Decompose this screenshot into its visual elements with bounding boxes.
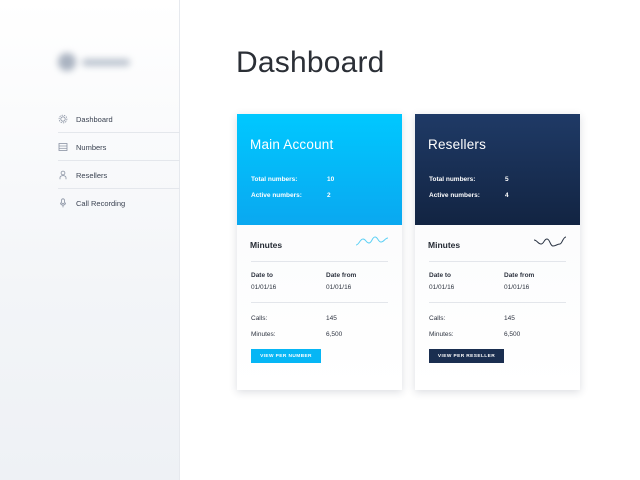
stat-label: Total numbers: (429, 176, 476, 183)
card-title: Resellers (428, 137, 487, 152)
minutes-title: Minutes (250, 240, 283, 250)
sidebar-item-label: Call Recording (76, 198, 126, 208)
divider (251, 302, 388, 303)
stat-label: Active numbers: (429, 192, 480, 199)
date-to-value: 01/01/16 (251, 284, 277, 291)
stat-label: Active numbers: (251, 192, 302, 199)
calls-label: Calls: (429, 315, 446, 322)
divider (429, 302, 566, 303)
date-to-value: 01/01/16 (429, 284, 455, 291)
divider (251, 261, 388, 262)
minutes-title: Minutes (428, 240, 461, 250)
sparkline-icon (356, 236, 388, 246)
stat-value: 4 (505, 192, 509, 199)
date-from-label: Date from (504, 272, 535, 279)
date-from-value: 01/01/16 (504, 284, 530, 291)
sidebar-item-dashboard[interactable]: Dashboard (58, 106, 180, 133)
calls-label: Calls: (251, 315, 268, 322)
minutes-value: 6,500 (504, 331, 521, 338)
calls-value: 145 (504, 315, 515, 322)
view-per-reseller-button[interactable]: View per reseller (429, 349, 504, 363)
minutes-label: Minutes: (251, 331, 276, 338)
grid-icon (58, 143, 68, 151)
microphone-icon (60, 198, 66, 208)
view-per-number-button[interactable]: View per number (251, 349, 321, 363)
main-account-card: Main Account Total numbers: 10 Active nu… (237, 114, 402, 390)
logo-wordmark (82, 58, 130, 66)
sidebar: Dashboard Numbers Resellers Call Recordi… (0, 0, 180, 480)
stat-label: Total numbers: (251, 176, 298, 183)
resellers-card: Resellers Total numbers: 5 Active number… (415, 114, 580, 390)
brand-logo[interactable] (58, 52, 134, 72)
stat-value: 10 (327, 176, 335, 183)
card-title: Main Account (250, 137, 334, 152)
page-title: Dashboard (236, 46, 385, 79)
card-header: Main Account Total numbers: 10 Active nu… (237, 114, 402, 225)
sidebar-item-numbers[interactable]: Numbers (58, 134, 180, 161)
user-icon (59, 170, 67, 180)
logo-mark (58, 53, 76, 71)
sidebar-item-call-recording[interactable]: Call Recording (58, 190, 180, 216)
sidebar-item-label: Dashboard (76, 114, 113, 124)
stat-value: 5 (505, 176, 509, 183)
minutes-label: Minutes: (429, 331, 454, 338)
sparkline-icon (534, 236, 566, 247)
date-from-value: 01/01/16 (326, 284, 352, 291)
minutes-value: 6,500 (326, 331, 343, 338)
calls-value: 145 (326, 315, 337, 322)
sidebar-item-label: Numbers (76, 142, 107, 152)
sidebar-nav: Dashboard Numbers Resellers Call Recordi… (58, 106, 180, 217)
date-to-label: Date to (251, 272, 274, 279)
date-to-label: Date to (429, 272, 452, 279)
stat-value: 2 (327, 192, 331, 199)
date-from-label: Date from (326, 272, 357, 279)
sidebar-item-resellers[interactable]: Resellers (58, 162, 180, 189)
sidebar-item-label: Resellers (76, 170, 108, 180)
divider (429, 261, 566, 262)
card-header: Resellers Total numbers: 5 Active number… (415, 114, 580, 225)
gear-icon (58, 114, 68, 124)
